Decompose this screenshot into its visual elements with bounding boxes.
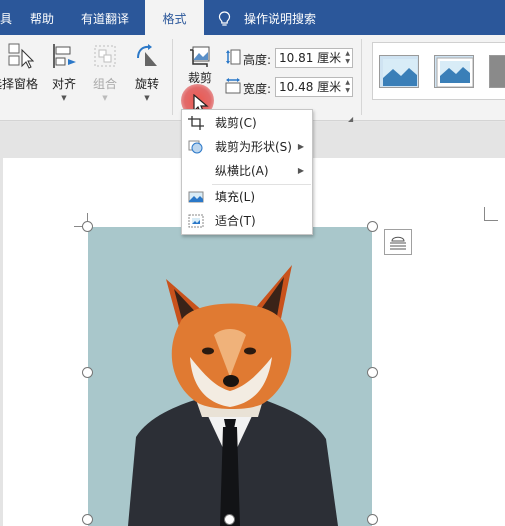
picture-style-thumb[interactable] xyxy=(489,55,505,88)
rotate-label: 旋转 xyxy=(134,77,159,91)
tab-help[interactable]: 帮助 xyxy=(30,0,54,35)
resize-handle[interactable] xyxy=(82,514,93,525)
align-icon xyxy=(53,44,76,68)
height-spinner-icon[interactable]: ▲ ▼ xyxy=(345,50,350,66)
menu-item-crop[interactable]: 裁剪(C) xyxy=(182,111,312,135)
picture-style-thumb[interactable] xyxy=(379,55,419,88)
width-spinner-icon[interactable]: ▲ ▼ xyxy=(345,79,350,95)
ribbon-divider xyxy=(172,39,173,115)
align-label: 对齐 xyxy=(51,77,76,91)
menu-item-aspect-ratio[interactable]: 纵横比(A) ▶ xyxy=(182,159,312,183)
align-button[interactable]: 对齐 ▼ xyxy=(47,42,81,102)
group-icon xyxy=(94,45,116,67)
chevron-down-icon: ▼ xyxy=(61,94,67,102)
fill-icon xyxy=(188,191,204,203)
menu-item-fill[interactable]: 填充(L) xyxy=(182,185,312,209)
width-field[interactable]: 10.48 厘米 ▲ ▼ xyxy=(275,77,353,97)
picture-style-thumb[interactable] xyxy=(434,55,474,88)
resize-handle[interactable] xyxy=(82,367,93,378)
resize-handle[interactable] xyxy=(367,514,378,525)
width-label: 宽度: xyxy=(243,82,272,96)
group-button[interactable]: 组合 ▼ xyxy=(88,42,122,102)
submenu-arrow-icon: ▶ xyxy=(297,142,304,151)
crop-dropdown-menu: 裁剪(C) 裁剪为形状(S) ▶ 纵横比(A) ▶ 填充(L) 适合(T) xyxy=(181,109,313,235)
selection-pane-icon xyxy=(8,43,35,69)
selection-pane-button[interactable]: 选择窗格 xyxy=(0,42,42,92)
tab-tools[interactable]: 具 xyxy=(0,0,18,35)
ribbon-divider xyxy=(361,39,362,115)
landscape-icon xyxy=(436,57,473,87)
landscape-icon xyxy=(383,59,417,86)
submenu-arrow-icon: ▶ xyxy=(297,166,304,175)
chevron-down-icon: ▼ xyxy=(102,94,108,102)
crop-picture-icon xyxy=(190,46,210,67)
lightbulb-icon xyxy=(218,11,231,26)
resize-handle[interactable] xyxy=(82,221,93,232)
resize-handle[interactable] xyxy=(367,367,378,378)
resize-handle[interactable] xyxy=(367,221,378,232)
baidu-jingyan-watermark: Bai 经验 jingyan.baidu.com xyxy=(379,480,469,515)
height-value: 10.81 厘米 xyxy=(279,51,342,65)
layout-options-button[interactable] xyxy=(384,229,412,255)
width-icon xyxy=(225,78,241,94)
selection-pane-label: 选择窗格 xyxy=(0,77,38,91)
height-icon xyxy=(226,49,241,65)
height-label: 高度: xyxy=(243,53,272,67)
menu-item-fit[interactable]: 适合(T) xyxy=(182,209,312,233)
chevron-down-icon: ▼ xyxy=(144,94,150,102)
tab-youdao-translate[interactable]: 有道翻译 xyxy=(81,0,129,35)
ribbon-tab-bar: 具 帮助 有道翻译 格式 操作说明搜索 xyxy=(0,0,505,35)
fox-image xyxy=(88,227,372,526)
height-field[interactable]: 10.81 厘米 ▲ ▼ xyxy=(275,48,353,68)
shape-icon xyxy=(188,140,203,154)
crop-button[interactable]: 裁剪 xyxy=(180,44,220,86)
rotate-button[interactable]: 旋转 ▼ xyxy=(130,42,164,102)
fox-picture[interactable] xyxy=(88,227,372,526)
picture-styles-gallery xyxy=(372,42,505,100)
width-value: 10.48 厘米 xyxy=(279,80,342,94)
page-corner-mark xyxy=(484,207,498,221)
fit-icon xyxy=(188,214,204,228)
layout-options-icon xyxy=(390,236,406,250)
group-label: 组合 xyxy=(92,77,117,91)
menu-item-crop-to-shape[interactable]: 裁剪为形状(S) ▶ xyxy=(182,135,312,159)
rotate-icon xyxy=(137,44,157,66)
tab-format[interactable]: 格式 xyxy=(145,0,204,35)
crop-icon xyxy=(188,116,204,130)
resize-handle[interactable] xyxy=(224,514,235,525)
tell-me-search[interactable]: 操作说明搜索 xyxy=(244,0,316,35)
